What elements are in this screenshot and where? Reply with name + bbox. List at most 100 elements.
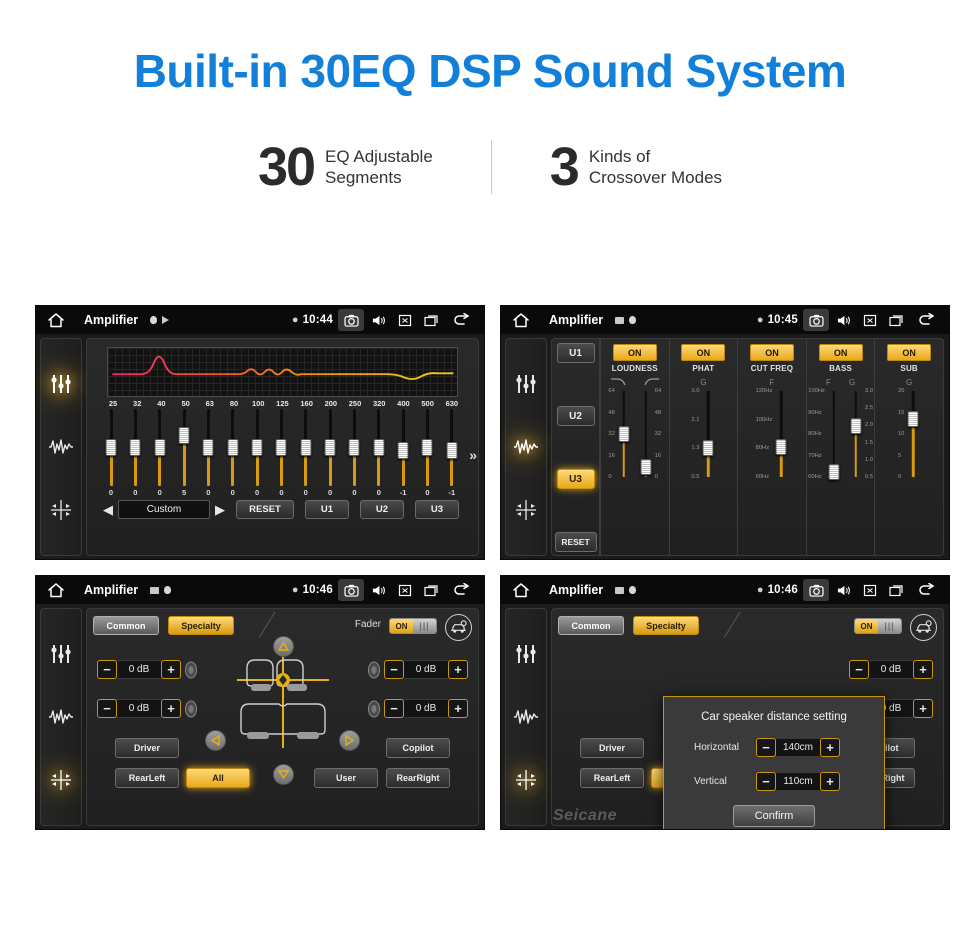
zone-driver-button[interactable]: Driver bbox=[115, 738, 179, 758]
vertical-slider[interactable]: 64 48 32 16 0 bbox=[639, 388, 661, 480]
increment-button[interactable]: + bbox=[161, 699, 181, 718]
recent-apps-icon[interactable] bbox=[884, 309, 910, 331]
slider-track-wrap[interactable] bbox=[827, 388, 841, 480]
increment-button[interactable]: + bbox=[448, 660, 468, 679]
toggle-on-button[interactable]: ON bbox=[681, 344, 726, 361]
eq-band-track[interactable] bbox=[373, 409, 385, 486]
camera-icon[interactable] bbox=[803, 579, 829, 601]
vertical-slider[interactable]: 64 48 32 16 0 bbox=[608, 388, 630, 480]
close-box-icon[interactable] bbox=[857, 309, 883, 331]
eq-band-track[interactable] bbox=[300, 409, 312, 486]
sidebar-item-balance-icon[interactable] bbox=[512, 767, 540, 793]
eq-band-thumb[interactable] bbox=[178, 426, 190, 444]
increment-button[interactable]: + bbox=[161, 660, 181, 679]
back-arrow-icon[interactable] bbox=[446, 579, 476, 601]
slider-track-wrap[interactable] bbox=[701, 388, 715, 480]
preset-u1-button[interactable]: U1 bbox=[556, 343, 595, 363]
sidebar-item-equalizer-icon[interactable] bbox=[47, 371, 75, 397]
slider-thumb[interactable] bbox=[907, 410, 919, 427]
slider-thumb[interactable] bbox=[702, 439, 714, 456]
eq-band-track[interactable] bbox=[105, 409, 117, 486]
back-arrow-icon[interactable] bbox=[911, 579, 941, 601]
slider-thumb[interactable] bbox=[640, 459, 652, 476]
sidebar-item-equalizer-icon[interactable] bbox=[512, 371, 540, 397]
eq-band-thumb[interactable] bbox=[202, 439, 214, 456]
eq-band-track[interactable] bbox=[275, 409, 287, 486]
slider-thumb[interactable] bbox=[850, 418, 862, 435]
chevron-right-icon[interactable]: » bbox=[469, 447, 477, 463]
eq-band-thumb[interactable] bbox=[105, 439, 117, 456]
toggle-on-button[interactable]: ON bbox=[887, 344, 932, 361]
tab-common[interactable]: Common bbox=[93, 616, 159, 635]
sidebar-item-balance-icon[interactable] bbox=[47, 497, 75, 523]
eq-band-thumb[interactable] bbox=[421, 439, 433, 456]
home-icon[interactable] bbox=[511, 311, 531, 329]
back-arrow-icon[interactable] bbox=[911, 309, 941, 331]
sidebar-item-balance-icon[interactable] bbox=[47, 767, 75, 793]
eq-band-63[interactable]: 0 bbox=[198, 409, 218, 497]
slider-thumb[interactable] bbox=[618, 426, 630, 442]
decrement-button[interactable]: − bbox=[849, 660, 869, 679]
zone-rearright-button[interactable]: RearRight bbox=[386, 768, 450, 788]
increment-button[interactable]: + bbox=[820, 772, 840, 791]
volume-icon[interactable] bbox=[830, 309, 856, 331]
eq-band-thumb[interactable] bbox=[300, 439, 312, 456]
decrement-button[interactable]: − bbox=[384, 660, 404, 679]
preset-u3-button[interactable]: U3 bbox=[556, 469, 595, 489]
nav-down-button[interactable] bbox=[272, 764, 294, 785]
sidebar-item-balance-icon[interactable] bbox=[512, 497, 540, 523]
zone-driver-button[interactable]: Driver bbox=[580, 738, 644, 758]
eq-band-thumb[interactable] bbox=[275, 439, 287, 456]
volume-icon[interactable] bbox=[830, 579, 856, 601]
vertical-slider[interactable]: 120Hz 100Hz 80Hz 60Hz bbox=[756, 388, 789, 480]
slider-track-wrap[interactable] bbox=[906, 388, 920, 480]
eq-band-80[interactable]: 0 bbox=[223, 409, 243, 497]
slider-thumb[interactable] bbox=[828, 464, 840, 480]
zone-user-button[interactable]: User bbox=[314, 768, 378, 788]
eq-band-250[interactable]: 0 bbox=[344, 409, 364, 497]
preset-u2-button[interactable]: U2 bbox=[556, 406, 595, 426]
zone-all-button[interactable]: All bbox=[186, 768, 250, 788]
eq-band-50[interactable]: 5 bbox=[174, 409, 194, 497]
sidebar-item-equalizer-icon[interactable] bbox=[47, 641, 75, 667]
recent-apps-icon[interactable] bbox=[419, 309, 445, 331]
eq-band-40[interactable]: 0 bbox=[150, 409, 170, 497]
recent-apps-icon[interactable] bbox=[884, 579, 910, 601]
preset-u3-button[interactable]: U3 bbox=[415, 500, 459, 519]
confirm-button[interactable]: Confirm bbox=[733, 805, 815, 827]
volume-icon[interactable] bbox=[365, 309, 391, 331]
eq-band-track[interactable] bbox=[421, 409, 433, 486]
sidebar-item-waveform-icon[interactable] bbox=[512, 434, 540, 460]
sidebar-item-waveform-icon[interactable] bbox=[47, 704, 75, 730]
eq-band-125[interactable]: 0 bbox=[271, 409, 291, 497]
preset-next-button[interactable]: ▶ bbox=[215, 502, 225, 518]
preset-prev-button[interactable]: ◀ bbox=[103, 502, 113, 518]
close-box-icon[interactable] bbox=[857, 579, 883, 601]
toggle-on-button[interactable]: ON bbox=[818, 344, 863, 361]
preset-name[interactable]: Custom bbox=[118, 500, 210, 519]
eq-band-thumb[interactable] bbox=[251, 439, 263, 456]
sidebar-item-waveform-icon[interactable] bbox=[512, 704, 540, 730]
slider-track-wrap[interactable] bbox=[774, 388, 788, 480]
tab-specialty[interactable]: Specialty bbox=[168, 616, 234, 635]
nav-left-button[interactable] bbox=[205, 730, 226, 751]
eq-band-track[interactable] bbox=[227, 409, 239, 486]
eq-band-track[interactable] bbox=[129, 409, 141, 486]
increment-button[interactable]: + bbox=[448, 699, 468, 718]
close-box-icon[interactable] bbox=[392, 579, 418, 601]
zone-rearleft-button[interactable]: RearLeft bbox=[115, 768, 179, 788]
vertical-slider[interactable]: 3.0 2.5 2.0 1.5 1.0 0.5 bbox=[849, 388, 873, 480]
slider-track-wrap[interactable] bbox=[639, 388, 653, 480]
fader-toggle[interactable]: ON ||| bbox=[389, 618, 437, 634]
eq-band-320[interactable]: 0 bbox=[369, 409, 389, 497]
increment-button[interactable]: + bbox=[913, 660, 933, 679]
decrement-button[interactable]: − bbox=[97, 660, 117, 679]
camera-icon[interactable] bbox=[338, 579, 364, 601]
slider-track-wrap[interactable] bbox=[617, 388, 631, 480]
recent-apps-icon[interactable] bbox=[419, 579, 445, 601]
zone-copilot-button[interactable]: Copilot bbox=[386, 738, 450, 758]
eq-band-track[interactable] bbox=[324, 409, 336, 486]
sidebar-item-equalizer-icon[interactable] bbox=[512, 641, 540, 667]
eq-band-track[interactable] bbox=[154, 409, 166, 486]
slider-thumb[interactable] bbox=[775, 438, 787, 455]
